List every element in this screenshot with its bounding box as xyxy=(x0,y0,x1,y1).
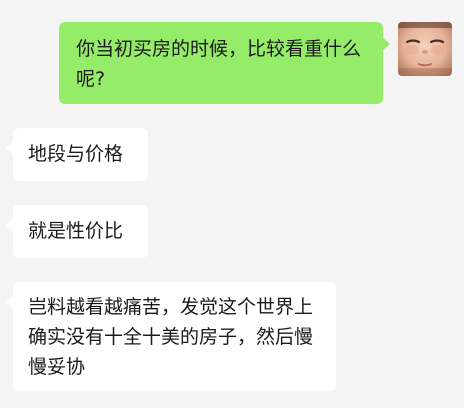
incoming-message-bubble[interactable]: 地段与价格 xyxy=(6,128,148,181)
message-text: 地段与价格 xyxy=(28,143,124,165)
avatar[interactable] xyxy=(398,22,452,76)
baby-face-avatar-icon xyxy=(398,22,452,76)
incoming-message-bubble[interactable]: 就是性价比 xyxy=(6,205,148,258)
outgoing-message-bubble[interactable]: 你当初买房的时候，比较看重什么呢? xyxy=(59,22,390,104)
message-text: 岂料越看越痛苦，发觉这个世界上确实没有十全十美的房子，然后慢慢妥协 xyxy=(28,296,314,378)
incoming-message-bubble[interactable]: 岂料越看越痛苦，发觉这个世界上确实没有十全十美的房子，然后慢慢妥协 xyxy=(6,282,336,391)
message-text: 就是性价比 xyxy=(28,220,124,242)
message-text: 你当初买房的时候，比较看重什么呢? xyxy=(76,38,362,90)
